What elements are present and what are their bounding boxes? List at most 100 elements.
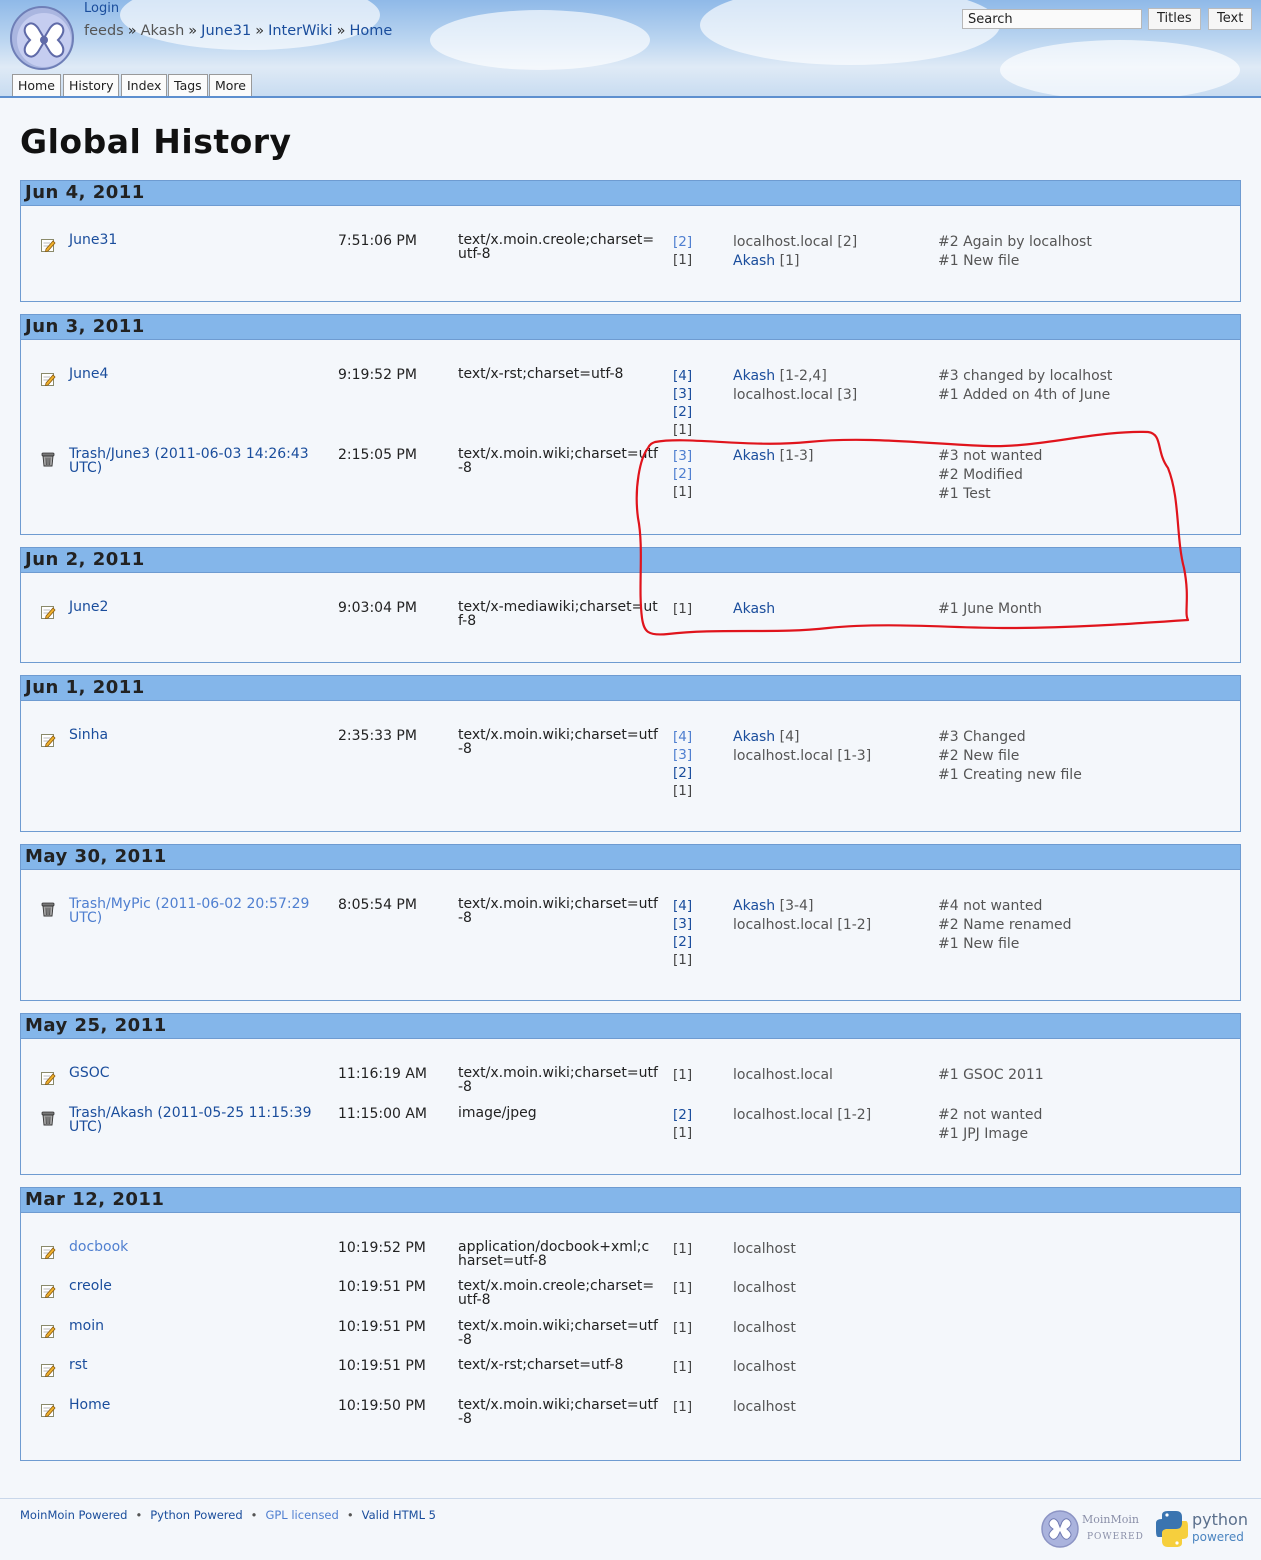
editor-name[interactable]: Akash <box>733 253 775 269</box>
item-name-link[interactable]: Home <box>69 1398 321 1412</box>
editor-entry: localhost.local [3] <box>733 386 857 405</box>
editor-name[interactable]: Akash <box>733 448 775 464</box>
revision-link: [1] <box>673 1067 693 1083</box>
day-header: Jun 3, 2011 <box>21 315 1240 340</box>
editor-name: localhost <box>733 1280 796 1296</box>
breadcrumb-item[interactable]: Home <box>349 23 392 39</box>
search-text-button[interactable]: Text <box>1208 8 1253 30</box>
search-input[interactable] <box>962 9 1142 29</box>
python-badge-line1: python <box>1192 1510 1248 1529</box>
trash-icon <box>40 1110 56 1126</box>
revision-comment: #2 Name renamed <box>938 917 1072 933</box>
item-name-link[interactable]: Trash/MyPic (2011-06-02 20:57:29 UTC) <box>69 897 321 925</box>
item-name-link[interactable]: Sinha <box>69 728 321 742</box>
revision-links: [4] [3] [2] [1] <box>673 367 692 439</box>
footer-link[interactable]: MoinMoin Powered <box>20 1508 127 1522</box>
tab-index[interactable]: Index <box>121 74 168 96</box>
revision-link[interactable]: [2] <box>673 764 692 782</box>
item-name-link[interactable]: creole <box>69 1279 321 1293</box>
tab-home[interactable]: Home <box>12 74 61 96</box>
revision-link[interactable]: [3] <box>673 746 692 764</box>
editor-name[interactable]: Akash <box>733 601 775 617</box>
tab-history[interactable]: History <box>63 74 120 96</box>
item-time: 9:03:04 PM <box>338 600 417 616</box>
history-day-section: Jun 4, 2011 June31 7:51:06 PM text/x.moin.c… <box>20 180 1241 302</box>
revision-link: [1] <box>673 1125 693 1141</box>
footer-link[interactable]: Valid HTML 5 <box>362 1508 436 1522</box>
item-name-link[interactable]: docbook <box>69 1240 321 1254</box>
revision-link[interactable]: [2] <box>673 403 692 421</box>
breadcrumb-item[interactable]: InterWiki <box>268 23 333 39</box>
editor-entry: Akash [1-3] <box>733 447 813 466</box>
item-name-link[interactable]: June31 <box>69 233 321 247</box>
item-name-link[interactable]: rst <box>69 1358 321 1372</box>
editor-name: localhost.local <box>733 748 833 764</box>
item-name-link[interactable]: Trash/June3 (2011-06-03 14:26:43 UTC) <box>69 447 321 475</box>
main-content: Global History Jun 4, 2011 June31 7:51:06 … <box>0 100 1261 1498</box>
editor-entry: localhost.local [1-2] <box>733 916 871 935</box>
breadcrumb-separator: » <box>255 23 265 39</box>
editor-name[interactable]: Akash <box>733 368 775 384</box>
editor-revision-range: [1-2] <box>837 1107 872 1123</box>
revision-link[interactable]: [3] <box>673 385 692 403</box>
revision-link[interactable]: [4] <box>673 897 692 915</box>
revision-link[interactable]: [2] <box>673 465 692 483</box>
editors-list: localhost <box>733 1279 796 1298</box>
tab-tags[interactable]: Tags <box>168 74 208 96</box>
history-day-section: May 30, 2011 Trash/MyPic (2011-06-02 20:5… <box>20 844 1241 1001</box>
day-header: May 30, 2011 <box>21 845 1240 870</box>
moinmoin-powered-badge[interactable]: MoinMoin POWERED <box>1040 1507 1146 1551</box>
editor-name: localhost.local <box>733 387 833 403</box>
footer-link[interactable]: GPL licensed <box>265 1508 338 1522</box>
editors-list: localhost <box>733 1358 796 1377</box>
revision-link[interactable]: [3] <box>673 447 692 465</box>
revision-link[interactable]: [4] <box>673 367 692 385</box>
revision-link: [1] <box>673 783 693 799</box>
revision-comment: #3 not wanted <box>938 448 1043 464</box>
moinmoin-logo[interactable] <box>10 6 74 70</box>
cloud-decoration <box>430 10 650 70</box>
comments-list: #3 not wanted #2 Modified #1 Test <box>938 447 1042 504</box>
item-time: 10:19:50 PM <box>338 1398 426 1414</box>
item-time: 7:51:06 PM <box>338 233 417 249</box>
breadcrumb-item[interactable]: June31 <box>201 23 251 39</box>
editors-list: localhost.local [1-2] <box>733 1106 871 1125</box>
login-link[interactable]: Login <box>84 1 119 16</box>
item-name-link[interactable]: GSOC <box>69 1066 321 1080</box>
editors-list: localhost <box>733 1319 796 1338</box>
editors-list: localhost <box>733 1240 796 1259</box>
moin-badge-line2: POWERED <box>1087 1532 1144 1542</box>
editor-entry: Akash [4] <box>733 728 871 747</box>
revision-comment: #1 GSOC 2011 <box>938 1067 1044 1083</box>
revision-comment: #1 New file <box>938 936 1020 952</box>
revision-comment: #2 not wanted <box>938 1107 1043 1123</box>
item-name-link[interactable]: Trash/Akash (2011-05-25 11:15:39 UTC) <box>69 1106 321 1134</box>
tab-more[interactable]: More <box>209 74 252 96</box>
item-name-link[interactable]: June2 <box>69 600 321 614</box>
item-name-link[interactable]: June4 <box>69 367 321 381</box>
revision-links: [1] <box>673 1398 692 1416</box>
revision-link[interactable]: [4] <box>673 728 692 746</box>
item-name-link[interactable]: moin <box>69 1319 321 1333</box>
revision-links: [2] [1] <box>673 1106 692 1142</box>
footer-link[interactable]: Python Powered <box>150 1508 242 1522</box>
python-powered-badge[interactable]: python powered <box>1154 1507 1254 1551</box>
editor-name[interactable]: Akash <box>733 729 775 745</box>
editor-name: localhost <box>733 1320 796 1336</box>
revision-link[interactable]: [2] <box>673 1106 692 1124</box>
editor-revision-range: [3-4] <box>779 898 814 914</box>
search-titles-button[interactable]: Titles <box>1148 8 1201 30</box>
revision-link: [1] <box>673 484 693 500</box>
item-time: 10:19:51 PM <box>338 1358 426 1374</box>
editor-name[interactable]: Akash <box>733 898 775 914</box>
item-time: 11:15:00 AM <box>338 1106 427 1122</box>
footer-separator: • <box>135 1508 143 1522</box>
revision-link[interactable]: [2] <box>673 233 692 251</box>
editor-entry: localhost <box>733 1398 796 1417</box>
revision-link[interactable]: [3] <box>673 915 692 933</box>
editor-entry: Akash [3-4] <box>733 897 871 916</box>
editor-entry: localhost <box>733 1279 796 1298</box>
trash-icon <box>40 901 56 917</box>
revision-link[interactable]: [2] <box>673 933 692 951</box>
item-time: 10:19:51 PM <box>338 1279 426 1295</box>
